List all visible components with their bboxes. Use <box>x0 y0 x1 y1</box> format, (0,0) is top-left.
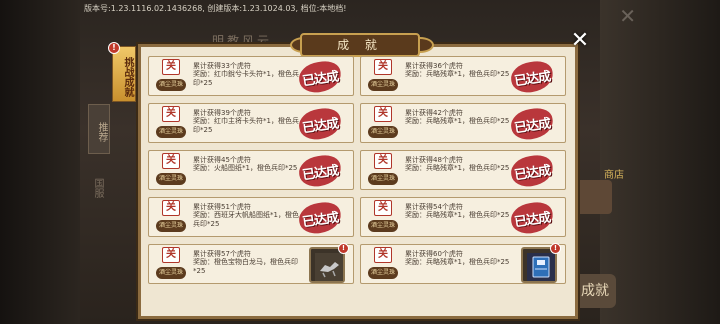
tiger-tally-medal-icon: 关酒尘灵珠 <box>367 106 399 142</box>
medal-character: 关 <box>374 59 392 75</box>
completed-stamp: 已达成 <box>293 57 347 98</box>
achievement-card: 关酒尘灵珠 累计获得54个虎符 奖励：兵略残章*1，橙色兵印*25 已达成 <box>360 197 566 237</box>
completed-stamp: 已达成 <box>505 198 559 239</box>
tiger-tally-medal-icon: 关酒尘灵珠 <box>367 59 399 95</box>
achievement-reward: 奖励：兵略残章*1，橙色兵印*25 <box>405 211 510 219</box>
medal-ribbon-label: 酒尘灵珠 <box>368 126 398 138</box>
background-close-icon: ✕ <box>619 4 636 28</box>
tiger-tally-medal-icon: 关酒尘灵珠 <box>367 200 399 236</box>
tiger-tally-medal-icon: 关酒尘灵珠 <box>367 153 399 189</box>
medal-character: 关 <box>162 200 180 216</box>
claim-alert-badge: ! <box>550 243 561 254</box>
completed-stamp: 已达成 <box>293 198 347 239</box>
achievement-reward: 奖励：橙色宝物白龙马，橙色兵印*25 <box>193 258 298 275</box>
claim-alert-badge: ! <box>338 243 349 254</box>
achievement-reward: 奖励：兵略残章*1，橙色兵印*25 <box>405 258 510 266</box>
version-info: 版本号:1.23.1116.02.1436268, 创建版本:1.23.1024… <box>84 4 347 13</box>
medal-character: 关 <box>162 153 180 169</box>
achievement-reward: 奖励：西班牙大帆船图纸*1，橙色兵印*25 <box>193 211 299 228</box>
background-achievement-button: 成就 <box>574 274 616 308</box>
achievement-card: 关酒尘灵珠 累计获得51个虎符 奖励：西班牙大帆船图纸*1，橙色兵印*25 已达成 <box>148 197 354 237</box>
medal-character: 关 <box>162 247 180 263</box>
achievement-reward: 奖励：兵略残章*1，橙色兵印*25 <box>405 164 510 172</box>
tiger-tally-medal-icon: 关酒尘灵珠 <box>155 153 187 189</box>
medal-ribbon-label: 酒尘灵珠 <box>156 220 186 232</box>
achievement-reward: 奖励：火船图纸*1，橙色兵印*25 <box>193 164 298 172</box>
medal-ribbon-label: 酒尘灵珠 <box>156 173 186 185</box>
achievement-card: 关酒尘灵珠 累计获得57个虎符 奖励：橙色宝物白龙马，橙色兵印*25! <box>148 243 354 284</box>
medal-character: 关 <box>162 106 180 122</box>
reward-claim-slot[interactable]: ! <box>309 243 349 283</box>
completed-stamp: 已达成 <box>505 104 559 145</box>
completed-stamp: 已达成 <box>505 57 559 98</box>
tiger-tally-medal-icon: 关酒尘灵珠 <box>155 59 187 95</box>
medal-ribbon-label: 酒尘灵珠 <box>368 267 398 279</box>
medal-ribbon-label: 酒尘灵珠 <box>368 79 398 91</box>
background-shop-label: 商店 <box>604 170 624 181</box>
achievement-reward: 奖励：红巾主将卡头符*1，橙色兵印*25 <box>193 117 299 134</box>
achievement-card: 关酒尘灵珠 累计获得48个虎符 奖励：兵略残章*1，橙色兵印*25 已达成 <box>360 150 566 190</box>
achievement-reward: 奖励：红巾銳兮卡头符*1，橙色兵印*25 <box>193 70 299 87</box>
background-shop-icon <box>576 180 612 214</box>
medal-character: 关 <box>374 153 392 169</box>
close-icon[interactable]: ✕ <box>568 30 592 54</box>
reward-claim-slot[interactable]: ! <box>521 243 561 283</box>
background-right-scene <box>600 0 720 324</box>
horse-treasure-icon <box>315 253 343 281</box>
medal-ribbon-label: 酒尘灵珠 <box>156 79 186 91</box>
completed-stamp: 已达成 <box>293 151 347 192</box>
medal-character: 关 <box>374 106 392 122</box>
achievement-reward: 奖励：兵略残章*1，橙色兵印*25 <box>405 117 510 125</box>
achievement-card: 关酒尘灵珠 累计获得33个虎符 奖励：红巾銳兮卡头符*1，橙色兵印*25 已达成 <box>148 56 354 96</box>
medal-character: 关 <box>162 59 180 75</box>
background-left-scene <box>0 0 80 324</box>
completed-stamp: 已达成 <box>293 104 347 145</box>
achievement-card: 关酒尘灵珠 累计获得42个虎符 奖励：兵略残章*1，橙色兵印*25 已达成 <box>360 103 566 143</box>
achievement-reward: 奖励：兵略残章*1，橙色兵印*25 <box>405 70 510 78</box>
achievement-card: 关酒尘灵珠 累计获得60个虎符 奖励：兵略残章*1，橙色兵印*25! <box>360 243 566 284</box>
achievement-card: 关酒尘灵珠 累计获得39个虎符 奖励：红巾主将卡头符*1，橙色兵印*25 已达成 <box>148 103 354 143</box>
medal-ribbon-label: 酒尘灵珠 <box>368 173 398 185</box>
tab-challenge-achievement[interactable]: 挑战成就 <box>112 46 136 102</box>
medal-ribbon-label: 酒尘灵珠 <box>156 126 186 138</box>
tab-alert-badge: ! <box>108 42 120 54</box>
background-side-label: 国服 <box>92 178 103 198</box>
medal-character: 关 <box>374 247 392 263</box>
tiger-tally-medal-icon: 关酒尘灵珠 <box>155 247 187 283</box>
tiger-tally-medal-icon: 关酒尘灵珠 <box>155 106 187 142</box>
strategy-book-icon <box>527 253 555 281</box>
tiger-tally-medal-icon: 关酒尘灵珠 <box>367 247 399 283</box>
panel-title: 成 就 <box>300 33 420 57</box>
completed-stamp: 已达成 <box>505 151 559 192</box>
medal-ribbon-label: 酒尘灵珠 <box>368 220 398 232</box>
tiger-tally-medal-icon: 关酒尘灵珠 <box>155 200 187 236</box>
background-side-tab: 推荐 <box>88 104 110 154</box>
medal-character: 关 <box>374 200 392 216</box>
achievement-card: 关酒尘灵珠 累计获得36个虎符 奖励：兵略残章*1，橙色兵印*25 已达成 <box>360 56 566 96</box>
achievement-card: 关酒尘灵珠 累计获得45个虎符 奖励：火船图纸*1，橙色兵印*25 已达成 <box>148 150 354 190</box>
medal-ribbon-label: 酒尘灵珠 <box>156 267 186 279</box>
